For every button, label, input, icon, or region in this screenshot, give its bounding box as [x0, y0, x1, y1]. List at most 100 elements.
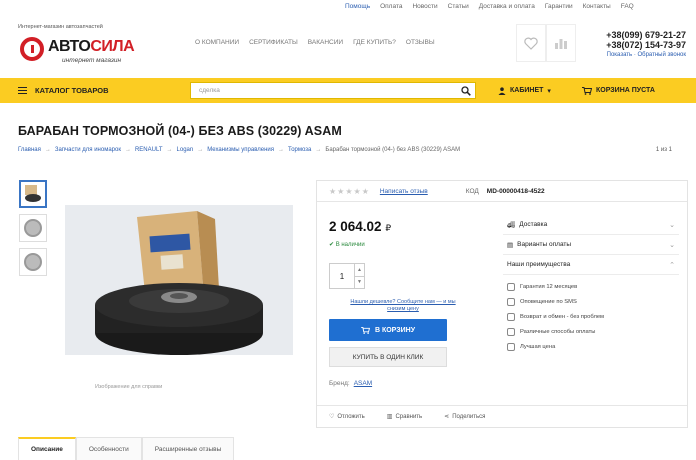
- list-item: Гарантия 12 месяцев: [507, 279, 675, 294]
- brand-link[interactable]: ASAM: [354, 380, 372, 387]
- top-link-news[interactable]: Новости: [412, 3, 437, 13]
- chevron-down-icon: ⌄: [669, 241, 675, 249]
- brake-drum-thumb-icon: [25, 185, 41, 202]
- payment-accordion[interactable]: ▤ Варианты оплаты ⌄: [503, 235, 679, 255]
- nav-where-to-buy[interactable]: ГДЕ КУПИТЬ?: [353, 39, 396, 46]
- logo-tagline: Интернет-магазин автозапчастей: [18, 24, 103, 30]
- heart-icon: ♡: [329, 414, 335, 420]
- cart-button[interactable]: КОРЗИНА ПУСТА: [582, 78, 655, 103]
- cart-label: КОРЗИНА ПУСТА: [596, 87, 655, 94]
- nav-about[interactable]: О КОМПАНИИ: [195, 39, 239, 46]
- rating-stars-icon[interactable]: ★★★★★: [329, 187, 370, 196]
- nav-certificates[interactable]: СЕРТИФИКАТЫ: [249, 39, 298, 46]
- chevron-up-icon: ⌃: [669, 261, 675, 269]
- page-title: БАРАБАН ТОРМОЗНОЙ (04-) БЕЗ ABS (30229) …: [18, 124, 342, 138]
- thumbnail-1[interactable]: [19, 180, 47, 208]
- best-price-icon: [507, 342, 515, 351]
- chevron-down-icon: ⌄: [669, 221, 675, 229]
- nav-vacancies[interactable]: ВАКАНСИИ: [308, 39, 343, 46]
- list-item: Возврат и обмен - без проблем: [507, 309, 675, 324]
- breadcrumb-item[interactable]: Logan: [177, 147, 194, 153]
- advantages-list: Гарантия 12 месяцев Оповещение по SMS Во…: [503, 275, 679, 354]
- card-icon: ▤: [507, 241, 514, 249]
- main-nav: О КОМПАНИИ СЕРТИФИКАТЫ ВАКАНСИИ ГДЕ КУПИ…: [195, 39, 435, 46]
- delivery-accordion[interactable]: 🚚︎ Доставка ⌄: [503, 215, 679, 235]
- compare-bars-icon[interactable]: [546, 24, 576, 62]
- favorites-heart-icon[interactable]: [516, 24, 546, 62]
- top-link-delivery[interactable]: Доставка и оплата: [479, 3, 535, 13]
- logo-subtitle: интернет магазин: [62, 57, 122, 64]
- top-link-articles[interactable]: Статьи: [448, 3, 469, 13]
- catalog-label: КАТАЛОГ ТОВАРОВ: [35, 86, 109, 95]
- brand-info: Бренд: ASAM: [329, 380, 373, 387]
- search-input[interactable]: [191, 83, 475, 98]
- share-icon: ⋖: [444, 414, 450, 420]
- stock-status: ✔ В наличии: [329, 242, 365, 248]
- menu-burger-icon: [18, 87, 27, 94]
- product-price: 2 064.02 ₽: [329, 219, 392, 234]
- chevron-down-icon: ▾: [547, 87, 551, 95]
- thumbnail-3[interactable]: [19, 248, 47, 276]
- advantages-accordion[interactable]: Наши преимущества ⌃: [503, 255, 679, 275]
- list-item: Лучшая цена: [507, 339, 675, 354]
- brake-drum-image: [95, 211, 263, 355]
- write-review-link[interactable]: Написать отзыв: [380, 188, 428, 195]
- top-link-guarantees[interactable]: Гарантии: [545, 3, 573, 13]
- logo-mark-icon: [20, 37, 44, 61]
- top-link-help[interactable]: Помощь: [345, 3, 370, 13]
- tab-description[interactable]: Описание: [18, 437, 76, 460]
- cart-icon: [361, 326, 370, 334]
- quantity-value[interactable]: 1: [330, 272, 354, 281]
- rating-row: ★★★★★ Написать отзыв КОД MD-00000418-4522: [317, 181, 687, 202]
- add-to-cart-button[interactable]: В КОРЗИНУ: [329, 319, 447, 341]
- top-link-payment[interactable]: Оплата: [380, 3, 402, 13]
- payment-methods-icon: [507, 327, 515, 336]
- breadcrumb: Главная → Запчасти для иномарок → RENAULT →…: [18, 147, 461, 153]
- disc-thumb-icon: [24, 219, 42, 237]
- product-actions: ♡ Отложить ▥ Сравнить ⋖ Поделиться: [317, 405, 687, 427]
- compare-button[interactable]: ▥ Сравнить: [386, 413, 422, 421]
- return-icon: [507, 312, 515, 321]
- thumbnail-2[interactable]: [19, 214, 47, 242]
- breadcrumb-item[interactable]: Механизмы управления: [207, 147, 274, 153]
- top-links: Помощь Оплата Новости Статьи Доставка и …: [345, 3, 688, 13]
- product-tabs: Описание Особенности Расширенные отзывы: [18, 437, 235, 460]
- warranty-icon: [507, 282, 515, 291]
- list-item: Различные способы оплаты: [507, 324, 675, 339]
- breadcrumb-item[interactable]: RENAULT: [135, 147, 163, 153]
- top-link-faq[interactable]: FAQ: [621, 3, 634, 13]
- quantity-down-icon[interactable]: ▼: [355, 277, 364, 289]
- search-icon[interactable]: [461, 86, 471, 96]
- buy-one-click-button[interactable]: КУПИТЬ В ОДИН КЛИК: [329, 347, 447, 367]
- breadcrumb-item[interactable]: Тормоза: [288, 147, 311, 153]
- callback-link[interactable]: Показать · Обратный звонок: [606, 50, 686, 60]
- phone-2[interactable]: +38(072) 154-73-97: [606, 40, 686, 50]
- user-icon: [498, 86, 506, 95]
- phone-1[interactable]: +38(099) 679-21-27: [606, 30, 686, 40]
- sms-icon: [507, 297, 515, 306]
- quantity-stepper[interactable]: 1 ▲ ▼: [329, 263, 365, 289]
- search-box: [190, 82, 476, 99]
- nav-reviews[interactable]: ОТЗЫВЫ: [406, 39, 435, 46]
- share-button[interactable]: ⋖ Поделиться: [444, 413, 485, 421]
- product-pager[interactable]: 1 из 1: [656, 147, 672, 153]
- tab-features[interactable]: Особенности: [75, 437, 142, 460]
- breadcrumb-item[interactable]: Главная: [18, 147, 41, 153]
- logo-text: АВТОСИЛА: [48, 38, 135, 55]
- breadcrumb-item[interactable]: Запчасти для иномарок: [55, 147, 121, 153]
- product-code: КОД MD-00000418-4522: [465, 187, 545, 195]
- info-panel: 🚚︎ Доставка ⌄ ▤ Варианты оплаты ⌄ Наши пре…: [503, 215, 679, 354]
- cabinet-label: КАБИНЕТ: [510, 87, 544, 94]
- tab-reviews[interactable]: Расширенные отзывы: [141, 437, 235, 460]
- postpone-button[interactable]: ♡ Отложить: [329, 413, 365, 421]
- bars-icon: ▥: [386, 414, 393, 420]
- buy-box: ★★★★★ Написать отзыв КОД MD-00000418-4522…: [316, 180, 688, 428]
- image-caption: Изображение для справки: [95, 384, 163, 390]
- found-cheaper-link[interactable]: Нашли дешевле? Сообщите нам — и мы снизи…: [343, 299, 463, 313]
- breadcrumb-current: Барабан тормозной (04-) без ABS (30229) …: [325, 147, 461, 153]
- product-image[interactable]: [65, 205, 293, 355]
- catalog-button[interactable]: КАТАЛОГ ТОВАРОВ: [0, 78, 170, 103]
- quantity-up-icon[interactable]: ▲: [355, 264, 364, 277]
- cabinet-button[interactable]: КАБИНЕТ ▾: [498, 78, 551, 103]
- top-link-contacts[interactable]: Контакты: [583, 3, 611, 13]
